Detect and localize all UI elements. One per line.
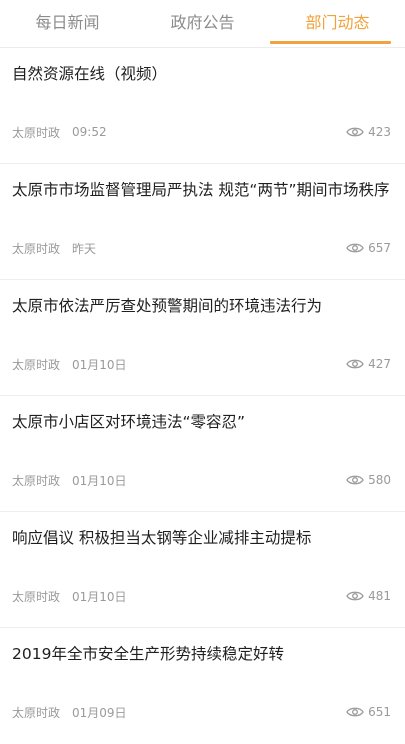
news-title: 自然资源在线（视频）: [12, 65, 168, 83]
news-meta: 太原时政 09:52 423: [12, 122, 391, 142]
news-item[interactable]: 自然资源在线（视频） 太原时政 09:52 423: [0, 48, 405, 164]
news-source: 太原时政: [12, 705, 61, 720]
view-count: 423: [346, 125, 391, 139]
news-time: 01月10日: [72, 473, 127, 488]
eye-icon: [346, 590, 364, 602]
news-item[interactable]: 太原市小店区对环境违法“零容忍” 太原时政 01月10日 580: [0, 396, 405, 512]
news-source: 太原时政: [12, 241, 61, 256]
news-time: 09:52: [72, 125, 107, 139]
view-count: 481: [346, 589, 391, 603]
news-meta: 太原时政 01月10日 427: [12, 354, 391, 374]
tab-department-updates[interactable]: 部门动态: [270, 0, 405, 47]
news-item[interactable]: 2019年全市安全生产形势持续稳定好转 太原时政 01月09日 651: [0, 628, 405, 744]
view-count: 427: [346, 357, 391, 371]
eye-icon: [346, 474, 364, 486]
view-count: 657: [346, 241, 391, 255]
eye-icon: [346, 706, 364, 718]
news-time: 01月10日: [72, 589, 127, 604]
news-time: 01月09日: [72, 705, 127, 720]
view-count-value: 427: [368, 357, 391, 371]
view-count-value: 580: [368, 473, 391, 487]
news-meta: 太原时政 01月10日 481: [12, 586, 391, 606]
view-count-value: 657: [368, 241, 391, 255]
news-source: 太原时政: [12, 473, 61, 488]
news-item[interactable]: 太原市依法严厉查处预警期间的环境违法行为 太原时政 01月10日 427: [0, 280, 405, 396]
news-time: 昨天: [72, 241, 97, 256]
news-source: 太原时政: [12, 357, 61, 372]
news-title: 太原市小店区对环境违法“零容忍”: [12, 413, 246, 431]
news-meta: 太原时政 昨天 657: [12, 238, 391, 258]
news-list: 自然资源在线（视频） 太原时政 09:52 423 太原市市场监督管理局严执法 …: [0, 48, 405, 744]
news-source: 太原时政: [12, 125, 61, 140]
view-count: 580: [346, 473, 391, 487]
tab-daily-news[interactable]: 每日新闻: [0, 0, 135, 47]
tab-bar: 每日新闻 政府公告 部门动态: [0, 0, 405, 48]
news-meta: 太原时政 01月09日 651: [12, 702, 391, 722]
news-item[interactable]: 太原市市场监督管理局严执法 规范“两节”期间市场秩序 太原时政 昨天 657: [0, 164, 405, 280]
view-count: 651: [346, 705, 391, 719]
tab-government-notices[interactable]: 政府公告: [135, 0, 270, 47]
news-item[interactable]: 响应倡议 积极担当太钢等企业减排主动提标 太原时政 01月10日 481: [0, 512, 405, 628]
news-title: 太原市依法严厉查处预警期间的环境违法行为: [12, 297, 323, 315]
eye-icon: [346, 358, 364, 370]
news-time: 01月10日: [72, 357, 127, 372]
eye-icon: [346, 126, 364, 138]
news-source: 太原时政: [12, 589, 61, 604]
news-meta: 太原时政 01月10日 580: [12, 470, 391, 490]
news-title: 太原市市场监督管理局严执法 规范“两节”期间市场秩序: [12, 181, 390, 199]
view-count-value: 423: [368, 125, 391, 139]
view-count-value: 651: [368, 705, 391, 719]
news-title: 2019年全市安全生产形势持续稳定好转: [12, 645, 284, 663]
view-count-value: 481: [368, 589, 391, 603]
eye-icon: [346, 242, 364, 254]
news-title: 响应倡议 积极担当太钢等企业减排主动提标: [12, 529, 312, 547]
